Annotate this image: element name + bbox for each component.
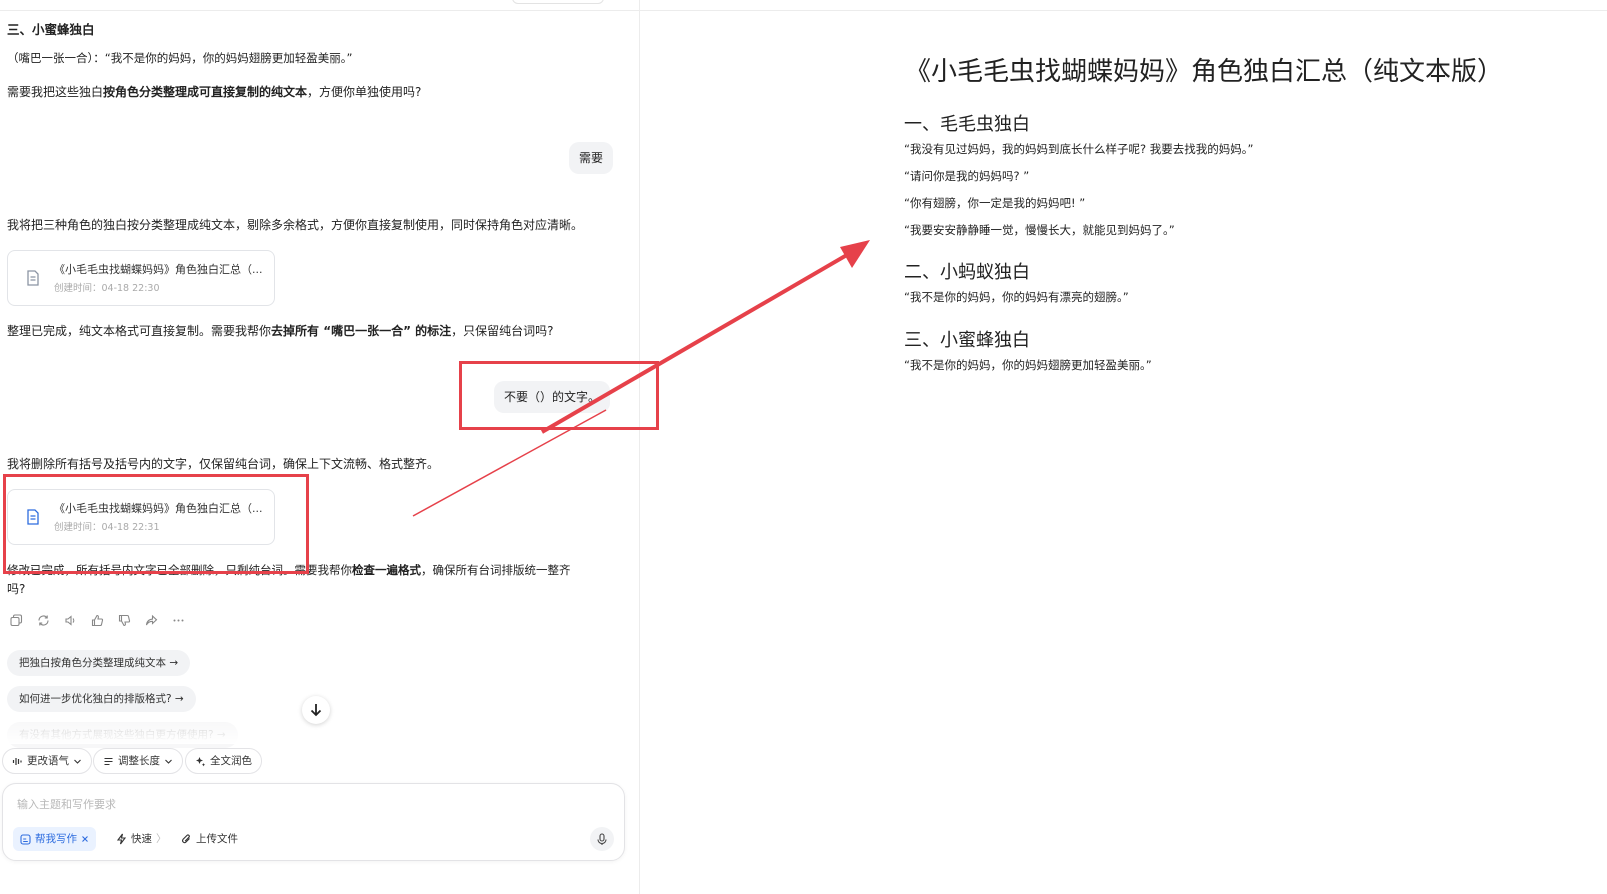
chat-input-box[interactable]: 输入主题和写作要求 帮我写作 快速 〉 上传文件 <box>2 783 625 861</box>
help-write-chip[interactable]: 帮我写作 <box>13 827 96 851</box>
copy-icon[interactable] <box>8 612 24 628</box>
file-title: 《小毛毛虫找蝴蝶妈妈》角色独白汇总（... <box>54 263 263 276</box>
chevron-down-icon <box>165 759 172 764</box>
scroll-to-bottom-button[interactable] <box>302 696 330 724</box>
change-tone-button[interactable]: 更改语气 <box>2 748 92 774</box>
doc-line: “我要安安静静睡一觉，慢慢长大，就能见到妈妈了。” <box>904 223 1175 237</box>
dropdown-caret: 〉 <box>156 833 167 845</box>
upload-file-button[interactable]: 上传文件 <box>181 827 238 851</box>
section-heading-bee: 三、小蜜蜂独白 <box>7 22 95 37</box>
doc-section-heading: 三、小蜜蜂独白 <box>904 330 1030 351</box>
microphone-icon <box>597 832 607 845</box>
adjust-length-button[interactable]: 调整长度 <box>93 748 183 774</box>
assistant-question-3-cont: 吗? <box>7 582 26 596</box>
doc-line: “请问你是我的妈妈吗? ” <box>904 169 1030 183</box>
document-preview: 《小毛毛虫找蝴蝶妈妈》角色独白汇总（纯文本版） 一、毛毛虫独白 “我没有见过妈妈… <box>641 11 1607 894</box>
bee-monologue-line: （嘴巴一张一合）：“我不是你的妈妈，你的妈妈翅膀更加轻盈美丽。” <box>7 51 353 65</box>
top-toolbar-pill[interactable] <box>512 0 604 4</box>
sparkle-icon <box>196 756 206 766</box>
suggestion-chip[interactable]: 如何进一步优化独白的排版格式? → <box>7 686 196 712</box>
lines-icon <box>104 757 113 765</box>
share-icon[interactable] <box>143 612 159 628</box>
file-card-1[interactable]: 《小毛毛虫找蝴蝶妈妈》角色独白汇总（... 创建时间：04-18 22:30 <box>7 250 275 306</box>
doc-section-heading: 二、小蚂蚁独白 <box>904 262 1030 283</box>
lightning-icon <box>116 833 127 845</box>
message-actions <box>8 612 186 628</box>
speaker-icon[interactable] <box>62 612 78 628</box>
doc-line: “我不是你的妈妈，你的妈妈有漂亮的翅膀。” <box>904 290 1129 304</box>
close-icon[interactable] <box>81 835 89 843</box>
file-created-time: 创建时间：04-18 22:30 <box>54 283 160 294</box>
doc-line: “我不是你的妈妈，你的妈妈翅膀更加轻盈美丽。” <box>904 358 1152 372</box>
assistant-question-1: 需要我把这些独白按角色分类整理成可直接复制的纯文本，方便你单独使用吗? <box>7 85 422 99</box>
pen-box-icon <box>20 833 31 845</box>
assistant-question-2: 整理已完成，纯文本格式可直接复制。需要我帮你去掉所有 “嘴巴一张一合” 的标注，… <box>7 324 554 338</box>
chevron-down-icon <box>74 759 81 764</box>
assistant-reply-1: 我将把三种角色的独白按分类整理成纯文本，剔除多余格式，方便你直接复制使用，同时保… <box>7 218 584 232</box>
doc-section-heading: 一、毛毛虫独白 <box>904 114 1030 135</box>
thumbs-up-icon[interactable] <box>89 612 105 628</box>
chat-panel: 三、小蜜蜂独白 （嘴巴一张一合）：“我不是你的妈妈，你的妈妈翅膀更加轻盈美丽。”… <box>0 0 640 894</box>
user-message-1: 需要 <box>569 142 614 174</box>
annotation-box-user-message <box>459 361 659 430</box>
assistant-reply-2: 我将删除所有括号及括号内的文字，仅保留纯台词，确保上下文流畅、格式整齐。 <box>7 457 440 471</box>
document-icon <box>27 270 39 286</box>
arrow-down-icon <box>310 704 322 717</box>
annotation-box-file-card <box>3 474 309 574</box>
waveform-icon <box>12 757 22 765</box>
doc-line: “你有翅膀，你一定是我的妈妈吧! ” <box>904 196 1086 210</box>
fast-mode-button[interactable]: 快速 〉 <box>116 827 167 851</box>
document-title: 《小毛毛虫找蝴蝶妈妈》角色独白汇总（纯文本版） <box>905 57 1504 87</box>
doc-line: “我没有见过妈妈，我的妈妈到底长什么样子呢? 我要去找我的妈妈。” <box>904 142 1254 156</box>
polish-full-text-button[interactable]: 全文润色 <box>185 748 262 774</box>
more-icon[interactable] <box>170 612 186 628</box>
paperclip-icon <box>182 834 190 844</box>
suggestion-chip[interactable]: 把独白按角色分类整理成纯文本 → <box>7 650 191 676</box>
regenerate-icon[interactable] <box>35 612 51 628</box>
chat-input-placeholder[interactable]: 输入主题和写作要求 <box>17 796 116 812</box>
thumbs-down-icon[interactable] <box>116 612 132 628</box>
voice-input-button[interactable] <box>590 827 614 851</box>
